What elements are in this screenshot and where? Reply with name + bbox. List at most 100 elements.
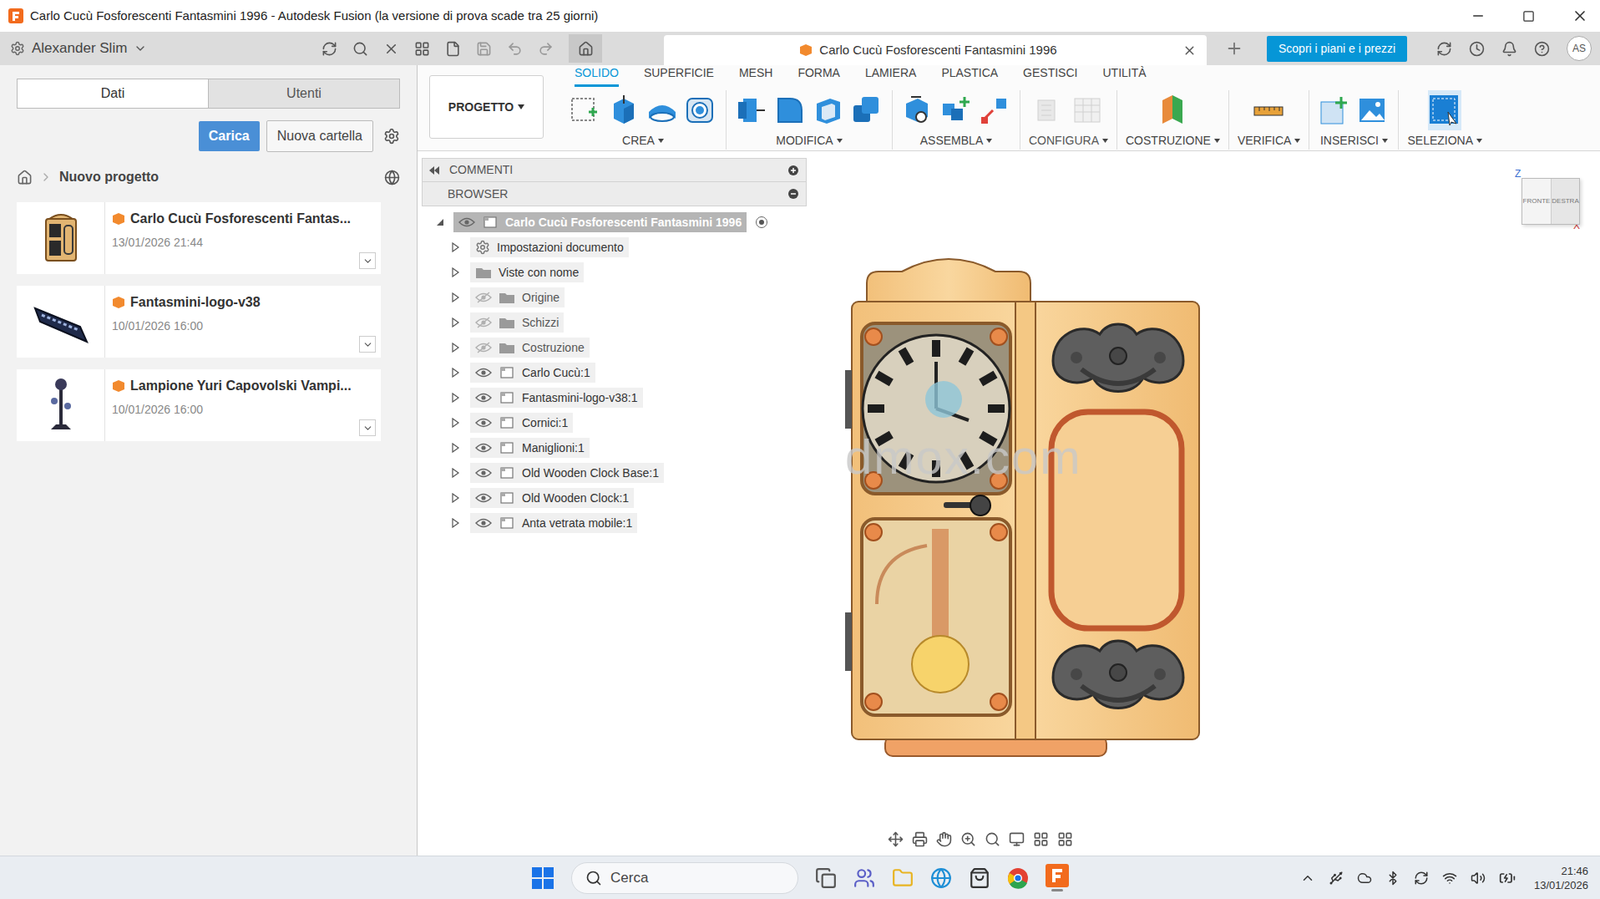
clock-model[interactable]: [841, 253, 1210, 760]
add-comment-icon[interactable]: [787, 164, 800, 177]
upload-button[interactable]: Carica: [198, 121, 260, 152]
eye-hidden-icon[interactable]: [475, 291, 492, 304]
ribbon-tab[interactable]: MESH: [739, 64, 773, 87]
presspull-tool-icon[interactable]: [734, 93, 769, 127]
shell-tool-icon[interactable]: [811, 93, 846, 127]
ribbon-tab[interactable]: SOLIDO: [574, 64, 619, 87]
table-tool-icon[interactable]: [1071, 93, 1105, 127]
look-at-icon[interactable]: [911, 830, 928, 847]
zoom-fit-icon[interactable]: [984, 830, 1001, 847]
browser-tree-row[interactable]: Viste con nome: [421, 259, 807, 285]
browser-tree-row[interactable]: Cornici:1: [421, 410, 807, 436]
select-tool-icon[interactable]: [1427, 93, 1462, 127]
expand-triangle-icon[interactable]: [450, 417, 461, 428]
file-menu-button[interactable]: [359, 419, 376, 436]
browser-tree-row[interactable]: Fantasmini-logo-v38:1: [421, 384, 807, 411]
expand-triangle-icon[interactable]: [450, 367, 461, 378]
door-key[interactable]: [943, 495, 991, 516]
browser-root-row[interactable]: Carlo Cucù Fosforescenti Fantasmini 1996: [421, 209, 807, 235]
ribbon-tab[interactable]: FORMA: [797, 64, 841, 87]
plane-tool-icon[interactable]: [1155, 93, 1190, 127]
browser-tree-row[interactable]: Costruzione: [421, 334, 807, 360]
close-tab-icon[interactable]: [1182, 43, 1197, 58]
expand-triangle-icon[interactable]: [450, 467, 461, 478]
combine-tool-icon[interactable]: [850, 93, 884, 127]
sketch-tool-icon[interactable]: [568, 93, 603, 127]
sync-icon[interactable]: [1436, 40, 1453, 57]
ribbon-tab[interactable]: UTILITÀ: [1102, 64, 1146, 87]
expand-triangle-icon[interactable]: [450, 317, 461, 328]
redo-icon[interactable]: [537, 40, 554, 57]
search-icon[interactable]: [352, 40, 369, 57]
browser-header[interactable]: BROWSER: [421, 182, 807, 207]
eye-hidden-icon[interactable]: [475, 341, 492, 354]
document-tab[interactable]: Carlo Cucù Fosforescenti Fantasmini 1996: [663, 35, 1207, 66]
browser-tree-row[interactable]: Impostazioni documento: [421, 234, 807, 260]
file-explorer-icon[interactable]: [891, 866, 914, 889]
expand-triangle-icon[interactable]: [450, 442, 461, 453]
viewport-canvas[interactable]: dmox.comCOMMENTIBROWSERCarlo Cucù Fosfor…: [417, 151, 1600, 856]
notifications-icon[interactable]: [1501, 40, 1518, 57]
browser-tree-row[interactable]: Maniglioni:1: [421, 435, 807, 461]
battery-icon[interactable]: [1498, 869, 1516, 887]
eye-icon[interactable]: [475, 491, 492, 504]
expand-triangle-icon[interactable]: [450, 292, 461, 303]
eye-icon[interactable]: [475, 416, 492, 429]
user-dropdown-icon[interactable]: [133, 41, 147, 56]
taskbar-search[interactable]: Cerca: [571, 861, 799, 894]
revolve-tool-icon[interactable]: [645, 93, 679, 127]
expand-triangle-icon[interactable]: [450, 517, 461, 528]
newcomponent-tool-icon[interactable]: [901, 93, 935, 127]
file-card[interactable]: Lampione Yuri Capovolski Vampi...10/01/2…: [16, 369, 381, 441]
ribbon-group-label[interactable]: VERIFICA: [1237, 131, 1302, 150]
file-card[interactable]: Carlo Cucù Fosforescenti Fantas...13/01/…: [16, 202, 381, 274]
account-icon[interactable]: [10, 40, 26, 56]
file-card[interactable]: Fantasmini-logo-v3810/01/2026 16:00: [16, 285, 381, 358]
clock[interactable]: 21:4613/01/2026: [1534, 863, 1589, 892]
edge-icon[interactable]: [930, 866, 952, 889]
eye-icon[interactable]: [458, 216, 476, 228]
viewcube-face[interactable]: FRONTE: [1522, 178, 1551, 224]
eye-icon[interactable]: [475, 366, 492, 379]
file-menu-icon[interactable]: [445, 40, 461, 57]
browser-tree-row[interactable]: Old Wooden Clock:1: [421, 485, 807, 511]
wifi-icon[interactable]: [1442, 870, 1458, 886]
volume-icon[interactable]: [1470, 870, 1486, 886]
comments-header[interactable]: COMMENTI: [421, 157, 807, 183]
grid-settings-icon[interactable]: [1032, 830, 1049, 847]
expand-triangle-icon[interactable]: [450, 267, 461, 278]
zoom-icon[interactable]: [960, 830, 977, 847]
eye-icon[interactable]: [475, 516, 492, 529]
new-folder-button[interactable]: Nuova cartella: [266, 120, 374, 152]
close-icon[interactable]: [1571, 7, 1589, 25]
onedrive-icon[interactable]: [1356, 870, 1373, 886]
ribbon-group-label[interactable]: CREA: [622, 131, 664, 150]
store-icon[interactable]: [968, 866, 991, 889]
expand-triangle-icon[interactable]: [450, 492, 461, 503]
help-icon[interactable]: [1534, 40, 1550, 57]
view-cube[interactable]: ZXFRONTEDESTRA: [1514, 166, 1584, 233]
expand-triangle-icon[interactable]: [435, 217, 446, 228]
minimize-icon[interactable]: [1470, 8, 1486, 24]
data-panel-tab[interactable]: Utenti: [207, 79, 400, 108]
ribbon-tab[interactable]: SUPERFICIE: [643, 64, 714, 87]
share-project-icon[interactable]: [384, 169, 400, 186]
ribbon-tab[interactable]: LAMIERA: [865, 64, 917, 87]
fusion-taskbar-icon[interactable]: [1045, 863, 1069, 887]
viewports-icon[interactable]: [1057, 830, 1074, 847]
plans-button[interactable]: Scopri i piani e i prezzi: [1266, 35, 1408, 62]
windows-start-icon[interactable]: [531, 865, 555, 890]
teams-icon[interactable]: [853, 866, 876, 889]
apps-grid-icon[interactable]: [414, 40, 431, 57]
ribbon-group-label[interactable]: INSERISCI: [1320, 131, 1388, 150]
browser-tree-row[interactable]: Carlo Cucù:1: [421, 359, 807, 385]
ribbon-group-label[interactable]: MODIFICA: [775, 131, 842, 150]
ribbon-group-label[interactable]: ASSEMBLA: [920, 131, 993, 150]
rigid-tool-icon[interactable]: [939, 93, 973, 127]
refresh-icon[interactable]: [321, 40, 338, 57]
undo-icon[interactable]: [506, 40, 523, 57]
eye-icon[interactable]: [475, 441, 492, 454]
user-name[interactable]: Alexander Slim: [31, 37, 127, 60]
file-menu-button[interactable]: [359, 335, 376, 353]
breadcrumb-home-icon[interactable]: [16, 169, 33, 186]
